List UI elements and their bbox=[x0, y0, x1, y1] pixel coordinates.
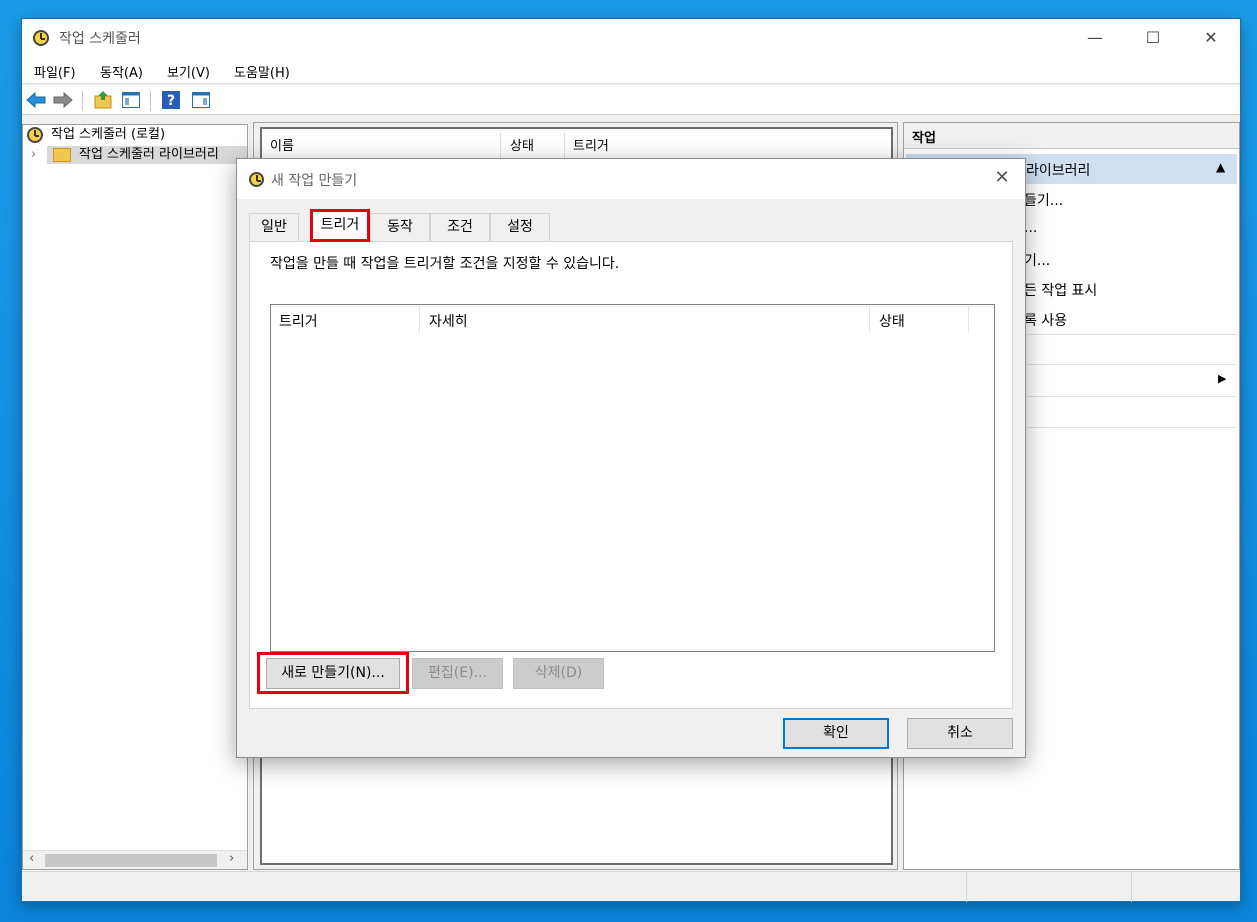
dialog-title: 새 작업 만들기 bbox=[271, 173, 358, 189]
scroll-right-arrow-icon[interactable]: › bbox=[229, 851, 234, 866]
column-trigger[interactable]: 트리거 bbox=[573, 135, 609, 159]
column-status[interactable]: 상태 bbox=[510, 135, 534, 159]
column-separator bbox=[500, 133, 501, 159]
new-button-highlight: 새로 만들기(N)... bbox=[257, 652, 409, 694]
actions-group-label: 라이브러리 bbox=[1026, 163, 1091, 179]
action-item[interactable]: 든 작업 표시 bbox=[1024, 280, 1097, 300]
triggers-description: 작업을 만들 때 작업을 트리거할 조건을 지정할 수 있습니다. bbox=[270, 256, 620, 272]
window-title: 작업 스케줄러 bbox=[59, 31, 141, 47]
maximize-button[interactable]: ☐ bbox=[1124, 19, 1182, 57]
column-details[interactable]: 자세히 bbox=[429, 311, 468, 333]
submenu-arrow-icon[interactable]: ▶ bbox=[1218, 372, 1226, 385]
status-divider bbox=[1131, 872, 1132, 902]
column-name[interactable]: 이름 bbox=[270, 135, 294, 159]
triggers-tab-panel: 작업을 만들 때 작업을 트리거할 조건을 지정할 수 있습니다. 트리거 자세… bbox=[249, 241, 1013, 709]
toolbar-separator bbox=[82, 91, 83, 111]
column-status[interactable]: 상태 bbox=[879, 311, 905, 333]
divider bbox=[1027, 364, 1237, 365]
show-action-pane-icon[interactable] bbox=[191, 90, 211, 110]
new-trigger-button[interactable]: 새로 만들기(N)... bbox=[266, 658, 400, 689]
column-separator bbox=[869, 306, 870, 333]
title-bar: 작업 스케줄러 — ☐ ✕ bbox=[22, 19, 1240, 57]
action-item[interactable]: 록 사용 bbox=[1024, 310, 1067, 330]
menu-bar: 파일(F) 동작(A) 보기(V) 도움말(H) bbox=[22, 57, 1240, 84]
create-task-dialog: 새 작업 만들기 ✕ 일반 트리거 동작 조건 설정 작업을 만들 때 작업을 … bbox=[236, 158, 1026, 758]
menu-action[interactable]: 동작(A) bbox=[100, 62, 143, 81]
status-divider bbox=[966, 872, 967, 902]
menu-view[interactable]: 보기(V) bbox=[167, 62, 210, 81]
back-arrow-icon[interactable] bbox=[26, 90, 46, 110]
toolbar-separator bbox=[150, 91, 151, 111]
close-button[interactable]: ✕ bbox=[1182, 19, 1240, 57]
menu-help[interactable]: 도움말(H) bbox=[234, 62, 290, 81]
clock-icon bbox=[249, 172, 264, 187]
menu-file[interactable]: 파일(F) bbox=[34, 62, 76, 81]
tab-settings[interactable]: 설정 bbox=[490, 213, 550, 241]
action-item[interactable]: ... bbox=[1024, 220, 1037, 236]
show-pane-icon[interactable] bbox=[121, 90, 141, 110]
action-item[interactable]: 들기... bbox=[1024, 190, 1063, 210]
divider bbox=[1027, 396, 1237, 397]
status-bar bbox=[22, 871, 1240, 902]
clock-app-icon bbox=[33, 30, 49, 46]
edit-trigger-button[interactable]: 편집(E)... bbox=[412, 658, 503, 689]
collapse-arrow-icon[interactable]: ▲ bbox=[1216, 160, 1225, 174]
column-trigger[interactable]: 트리거 bbox=[279, 311, 318, 333]
scroll-left-arrow-icon[interactable]: ‹ bbox=[29, 851, 34, 866]
forward-arrow-icon[interactable] bbox=[53, 90, 73, 110]
action-item[interactable]: 기... bbox=[1024, 250, 1050, 270]
ok-button[interactable]: 확인 bbox=[783, 718, 889, 749]
tree-item-root-label: 작업 스케줄러 (로컬) bbox=[51, 127, 166, 142]
delete-trigger-button[interactable]: 삭제(D) bbox=[513, 658, 604, 689]
navigation-tree: 작업 스케줄러 (로컬) › 작업 스케줄러 라이브러리 ‹ › bbox=[22, 124, 248, 870]
toolbar: ? bbox=[22, 85, 1240, 115]
tab-conditions[interactable]: 조건 bbox=[430, 213, 490, 241]
folder-clock-icon bbox=[53, 148, 71, 162]
clock-icon bbox=[27, 127, 43, 143]
horizontal-scrollbar[interactable]: ‹ › bbox=[23, 850, 247, 869]
tab-general[interactable]: 일반 bbox=[249, 213, 299, 241]
tree-item-library[interactable]: › 작업 스케줄러 라이브러리 bbox=[27, 145, 247, 165]
divider bbox=[1027, 334, 1237, 335]
triggers-list[interactable]: 트리거 자세히 상태 bbox=[270, 304, 995, 652]
up-folder-icon[interactable] bbox=[93, 90, 113, 110]
column-separator bbox=[564, 133, 565, 159]
tab-triggers[interactable]: 트리거 bbox=[310, 209, 370, 242]
help-icon[interactable]: ? bbox=[161, 90, 181, 110]
expand-chevron-icon[interactable]: › bbox=[31, 145, 36, 165]
svg-text:?: ? bbox=[167, 93, 175, 109]
dialog-close-button[interactable]: ✕ bbox=[991, 167, 1013, 189]
cancel-button[interactable]: 취소 bbox=[907, 718, 1013, 749]
tree-item-library-label: 작업 스케줄러 라이브러리 bbox=[79, 147, 219, 162]
tab-actions[interactable]: 동작 bbox=[370, 213, 430, 241]
column-separator bbox=[419, 306, 420, 333]
actions-header: 작업 bbox=[904, 123, 1239, 149]
minimize-button[interactable]: — bbox=[1066, 19, 1124, 57]
scrollbar-thumb[interactable] bbox=[45, 854, 217, 867]
divider bbox=[1027, 427, 1237, 428]
dialog-title-bar: 새 작업 만들기 ✕ bbox=[237, 159, 1025, 199]
column-separator bbox=[968, 306, 969, 333]
